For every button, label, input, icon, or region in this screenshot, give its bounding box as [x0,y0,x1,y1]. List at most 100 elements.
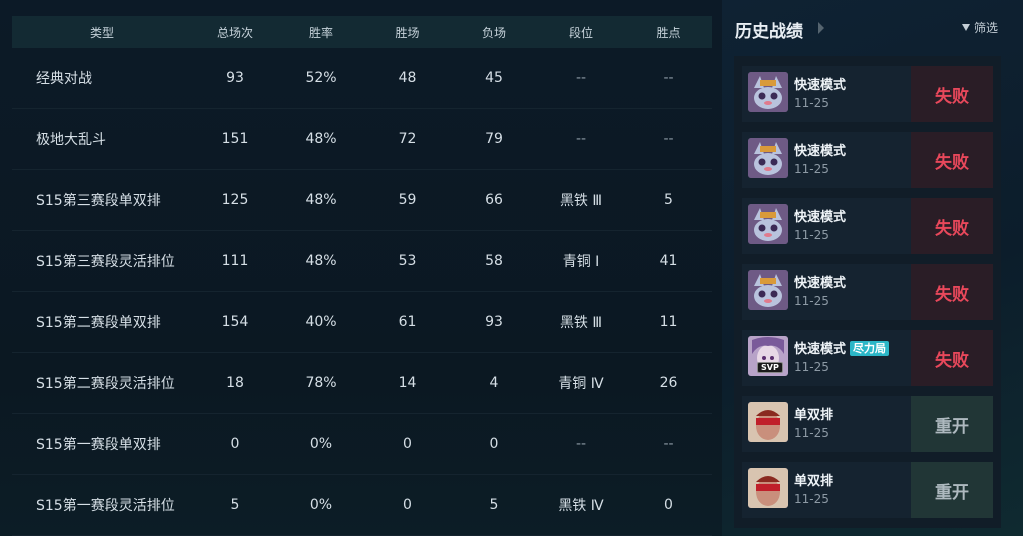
cell-type: S15第二赛段单双排 [36,315,161,331]
header-lp: 胜点 [656,25,681,40]
cell-total: 151 [221,131,249,147]
match-date: 11-25 [794,96,829,110]
header-total: 总场次 [216,25,253,40]
cat-champion-avatar [748,270,788,310]
match-mode-label: 快速模式 [794,342,847,357]
cell-rank: 青铜 Ⅳ [558,376,604,392]
cell-lp: -- [663,436,674,452]
match-item[interactable]: 单双排 11-25 重开 [742,396,993,452]
cell-total: 18 [226,375,244,391]
red-champion-avatar [748,402,788,442]
cell-type: 极地大乱斗 [36,132,106,148]
cell-wins: 72 [398,131,417,147]
match-result: 失败 [911,198,993,254]
match-result: 失败 [911,132,993,188]
match-mode: 快速模式 [794,210,847,225]
table-row: S15第一赛段灵活排位 5 0% 0 5 黑铁 Ⅳ 0 [12,475,712,536]
match-result: 失败 [911,66,993,122]
filter-icon [962,24,970,31]
match-result: 重开 [911,462,993,518]
cell-lp: -- [663,70,674,86]
cell-lp: 5 [664,192,673,208]
cell-type: S15第一赛段灵活排位 [36,498,175,514]
cell-rank: -- [575,131,587,147]
match-date: 11-25 [794,492,829,506]
cell-losses: 93 [485,314,503,330]
match-item[interactable]: 快速模式 11-25 失败 [742,198,993,254]
cell-losses: 0 [489,436,499,452]
header-type: 类型 [89,25,114,40]
cell-winrate: 0% [309,436,333,452]
cell-winrate: 40% [305,314,337,330]
cell-rank: 黑铁 Ⅳ [558,498,604,514]
cell-winrate: 48% [305,131,337,147]
table-header: 类型 总场次 胜率 胜场 负场 段位 胜点 [12,16,712,48]
cell-total: 5 [230,497,240,513]
cell-rank: -- [575,70,587,86]
cell-losses: 58 [485,253,503,269]
header-rank: 段位 [568,25,593,40]
match-item[interactable]: 快速模式 11-25 失败 [742,264,993,320]
cell-total: 0 [230,436,240,452]
cell-rank: 青铜 Ⅰ [562,254,600,270]
best-effort-badge: 尽力局 [850,341,890,356]
filter-label: 筛选 [974,21,999,35]
match-date: 11-25 [794,228,829,242]
cell-losses: 4 [489,375,499,391]
cell-total: 111 [221,253,249,269]
match-item[interactable]: SVP 快速模式 尽力局 11-25 失败 [742,330,993,386]
match-mode: 快速模式 [794,144,847,159]
chevron-right-icon[interactable] [818,22,824,34]
header-losses: 负场 [481,25,506,40]
match-mode: 单双排 [794,408,834,423]
cell-losses: 66 [485,192,503,208]
cell-type: S15第三赛段灵活排位 [36,254,175,270]
filter-button[interactable]: 筛选 [962,19,998,36]
cell-type: S15第一赛段单双排 [36,437,161,453]
red-champion-avatar [748,468,788,508]
match-item[interactable]: 快速模式 11-25 失败 [742,66,993,122]
cell-total: 154 [221,314,249,330]
cat-champion-avatar [748,138,788,178]
cell-total: 93 [226,70,244,86]
match-mode: 快速模式 尽力局 [794,338,890,357]
cell-winrate: 0% [309,497,333,513]
cell-lp: 11 [659,314,678,330]
cell-lp: 26 [659,375,678,391]
cell-lp: 0 [664,497,673,513]
header-winrate: 胜率 [308,25,333,40]
table-row: S15第三赛段单双排 125 48% 59 66 黑铁 Ⅲ 5 [12,170,712,231]
match-history-list: 快速模式 11-25 失败 快速模式 11-25 失败 快速模式 11-25 失… [734,56,1001,528]
cell-rank: 黑铁 Ⅲ [559,193,603,209]
match-item[interactable]: 单双排 11-25 重开 [742,462,993,518]
match-item[interactable]: 快速模式 11-25 失败 [742,132,993,188]
cell-wins: 14 [398,375,417,391]
history-title[interactable]: 历史战绩 [735,17,803,42]
cell-winrate: 48% [305,253,337,269]
cell-lp: -- [663,131,674,147]
match-mode: 快速模式 [794,276,847,291]
cell-wins: 59 [398,192,417,208]
match-result: 失败 [911,330,993,386]
cell-losses: 5 [489,497,499,513]
cell-wins: 0 [403,436,412,452]
cell-winrate: 78% [305,375,337,391]
match-mode: 单双排 [794,474,834,489]
cell-wins: 48 [398,70,417,86]
match-mode: 快速模式 [794,78,847,93]
svp-tag: SVP [757,362,783,373]
match-date: 11-25 [794,162,829,176]
cat-champion-avatar [748,72,788,112]
cell-type: 经典对战 [36,71,92,87]
cell-rank: -- [575,436,587,452]
match-result: 重开 [911,396,993,452]
cell-winrate: 52% [305,70,337,86]
header-wins: 胜场 [395,25,420,40]
cell-wins: 0 [403,497,412,513]
match-date: 11-25 [794,360,829,374]
table-row: S15第二赛段灵活排位 18 78% 14 4 青铜 Ⅳ 26 [12,353,712,414]
cell-type: S15第二赛段灵活排位 [36,376,175,392]
cell-rank: 黑铁 Ⅲ [559,315,603,331]
purple-champion-avatar: SVP [748,336,788,376]
cell-total: 125 [221,192,249,208]
